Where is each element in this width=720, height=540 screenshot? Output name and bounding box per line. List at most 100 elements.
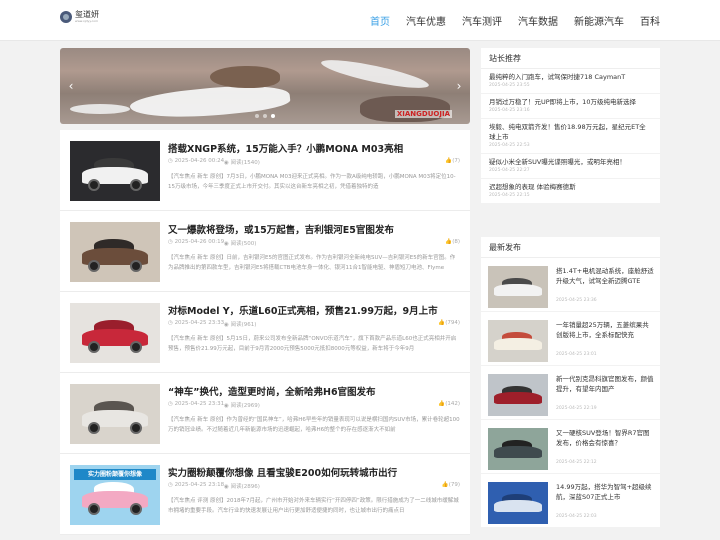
latest-thumbnail[interactable] [488, 428, 548, 470]
article-excerpt: 【汽车焦点 评测 原创】2018年7月起，广州市开始对外来车辆实行“开四停四”政… [168, 498, 459, 514]
latest-item[interactable]: 又一硬核SUV登场！智界R7官图发布，价格会有惊喜？ 2025-04-25 22… [481, 420, 660, 474]
latest-title[interactable]: 一年销量超25万辆，五菱缤果共创版将上市，全系标配快充 [556, 320, 654, 350]
logo-subtitle: www.xjdyy.com [75, 19, 99, 23]
article-title[interactable]: 对标Model Y，乐道L60正式亮相，预售21.99万起，9月上市 [168, 303, 460, 317]
sidebar-latest-heading: 最新发布 [481, 237, 660, 258]
chevron-right-icon[interactable]: › [452, 79, 466, 93]
sidebar-recommend-heading: 站长推荐 [481, 48, 660, 69]
article-item[interactable]: 又一爆款将登场，或15万起售，吉利银河E5官图发布 ◷ 2025-04-26 0… [60, 211, 470, 292]
banner-animal [210, 66, 280, 88]
recommend-item[interactable]: 疑似小米全新SUV曝光谍照曝光，或明年亮相！ 2025-04-25 22:27 [481, 154, 660, 179]
car-wheel [130, 179, 142, 191]
recommend-title[interactable]: 疑似小米全新SUV曝光谍照曝光，或明年亮相！ [489, 157, 652, 167]
article-views: 阅读(500) [230, 241, 257, 247]
nav-car-data[interactable]: 汽车数据 [518, 13, 558, 28]
article-item[interactable]: 对标Model Y，乐道L60正式亮相，预售21.99万起，9月上市 ◷ 202… [60, 292, 470, 373]
latest-item[interactable]: 新一代别克昂科旗官图发布，颜值提升，有望年内国产 2025-04-25 22:1… [481, 366, 660, 420]
article-time: 2025-04-25 23:18 [174, 482, 225, 488]
banner-snow [70, 104, 130, 114]
slider-dot-active[interactable] [271, 114, 275, 118]
latest-date: 2025-04-25 23:01 [556, 352, 597, 357]
main-nav: 首页 汽车优惠 汽车测评 汽车数据 新能源汽车 百科 [354, 0, 660, 41]
article-item[interactable]: 实力圈粉颠覆你想像 实力圈粉颠覆你想像 且看宝骏E200如何玩转城市出行 ◷ 2… [60, 454, 470, 535]
article-title[interactable]: 搭载XNGP系统，15万能入手？小鹏MONA M03亮相 [168, 141, 460, 155]
recommend-title[interactable]: 月销过万稳了！元UP即将上市，10万级纯电新选择 [489, 97, 652, 107]
chevron-left-icon[interactable]: ‹ [64, 79, 78, 93]
latest-title[interactable]: 又一硬核SUV登场！智界R7官图发布，价格会有惊喜？ [556, 428, 654, 458]
logo-icon [60, 10, 72, 23]
article-likes: (142) [445, 401, 460, 407]
car-wheel [88, 341, 100, 353]
recommend-title[interactable]: 迟超想象的表现 体验梅赛德斯 [489, 182, 652, 192]
banner-slider[interactable]: XIANGDUOJIA ‹ › [60, 48, 470, 124]
article-thumbnail[interactable] [70, 141, 160, 201]
recommend-title[interactable]: 埃毅、纯电双箭齐发！售价18.98万元起，星纪元ET全球上市 [489, 122, 652, 142]
banner-rock [360, 96, 450, 122]
recommend-date: 2025-04-25 22:27 [489, 168, 530, 173]
article-thumbnail[interactable]: 实力圈粉颠覆你想像 [70, 465, 160, 525]
clock-icon: ◷ [168, 482, 173, 488]
latest-item[interactable]: 一年销量超25万辆，五菱缤果共创版将上市，全系标配快充 2025-04-25 2… [481, 312, 660, 366]
thumb-up-icon[interactable]: 👍 [442, 482, 449, 488]
nav-home[interactable]: 首页 [370, 13, 390, 28]
car-wheel [88, 422, 100, 434]
car-wheel [88, 503, 100, 515]
nav-car-reviews[interactable]: 汽车测评 [462, 13, 502, 28]
article-meta: ◷ 2025-04-25 23:31 ◉ 阅读(2969) 👍(142) [168, 401, 460, 410]
article-time: 2025-04-25 23:33 [174, 320, 225, 326]
car-body [494, 500, 542, 512]
recommend-title[interactable]: 最纯粹的入门跑车，试驾保时捷718 CaymanT [489, 72, 652, 82]
article-likes: (8) [452, 239, 460, 245]
article-meta: ◷ 2025-04-25 23:33 ◉ 阅读(961) 👍(794) [168, 320, 460, 329]
article-thumbnail[interactable] [70, 222, 160, 282]
latest-thumbnail[interactable] [488, 374, 548, 416]
article-excerpt: 【汽车焦点 新车 原创】作为曾经的“国民神车”，哈弗H6早些年的销量表现可以说是… [168, 417, 460, 433]
article-excerpt: 【汽车焦点 新车 原创】日前，吉利银河E5的官图正式发布。作为吉利银河全新纯电S… [168, 255, 456, 271]
latest-item[interactable]: 搭1.4T+电机混动系统，座舱舒适升级大气，试驾全新迈腾GTE 2025-04-… [481, 258, 660, 312]
article-item[interactable]: “神车”换代，造型更时尚，全新哈弗H6官图发布 ◷ 2025-04-25 23:… [60, 373, 470, 454]
article-likes: (7) [452, 158, 460, 164]
car-body [494, 284, 542, 296]
latest-item[interactable]: 14.99万起，搭华为智驾+超级续航，深蓝S07正式上市 2025-04-25 … [481, 474, 660, 528]
latest-thumbnail[interactable] [488, 320, 548, 362]
article-title[interactable]: “神车”换代，造型更时尚，全新哈弗H6官图发布 [168, 384, 460, 398]
clock-icon: ◷ [168, 239, 173, 245]
slider-dot[interactable] [263, 114, 267, 118]
latest-title[interactable]: 新一代别克昂科旗官图发布，颜值提升，有望年内国产 [556, 374, 654, 404]
article-item[interactable]: 搭载XNGP系统，15万能入手？小鹏MONA M03亮相 ◷ 2025-04-2… [60, 130, 470, 211]
latest-thumbnail[interactable] [488, 482, 548, 524]
recommend-date: 2025-04-25 23:16 [489, 108, 530, 113]
article-title[interactable]: 又一爆款将登场，或15万起售，吉利银河E5官图发布 [168, 222, 460, 236]
sidebar-recommend: 站长推荐 最纯粹的入门跑车，试驾保时捷718 CaymanT 2025-04-2… [481, 48, 660, 204]
recommend-item[interactable]: 最纯粹的入门跑车，试驾保时捷718 CaymanT 2025-04-25 23:… [481, 69, 660, 94]
sidebar-latest: 最新发布 搭1.4T+电机混动系统，座舱舒适升级大气，试驾全新迈腾GTE 202… [481, 237, 660, 528]
article-excerpt: 【汽车焦点 新车 原创】5月15日，蔚来公司发布全新品牌“ONVO乐道汽车”，旗… [168, 336, 457, 352]
nav-car-deals[interactable]: 汽车优惠 [406, 13, 446, 28]
car-wheel [130, 260, 142, 272]
recommend-date: 2025-04-25 22:53 [489, 143, 530, 148]
article-title[interactable]: 实力圈粉颠覆你想像 且看宝骏E200如何玩转城市出行 [168, 465, 460, 479]
latest-date: 2025-04-25 22:19 [556, 406, 597, 411]
logo-title: 玺道妍 [75, 10, 99, 19]
recommend-item[interactable]: 月销过万稳了！元UP即将上市，10万级纯电新选择 2025-04-25 23:1… [481, 94, 660, 119]
article-time: 2025-04-26 00:19 [174, 239, 225, 245]
latest-title[interactable]: 搭1.4T+电机混动系统，座舱舒适升级大气，试驾全新迈腾GTE [556, 266, 654, 296]
article-thumbnail[interactable] [70, 303, 160, 363]
nav-new-energy[interactable]: 新能源汽车 [574, 13, 624, 28]
nav-encyclopedia[interactable]: 百科 [640, 13, 660, 28]
site-logo[interactable]: 玺道妍 www.xjdyy.com [60, 10, 99, 23]
eye-icon: ◉ [224, 484, 229, 490]
latest-title[interactable]: 14.99万起，搭华为智驾+超级续航，深蓝S07正式上市 [556, 482, 654, 512]
car-wheel [88, 179, 100, 191]
article-thumbnail[interactable] [70, 384, 160, 444]
article-views: 阅读(961) [230, 322, 257, 328]
clock-icon: ◷ [168, 158, 173, 164]
article-time: 2025-04-26 00:24 [174, 158, 225, 164]
clock-icon: ◷ [168, 320, 173, 326]
latest-thumbnail[interactable] [488, 266, 548, 308]
article-meta: ◷ 2025-04-26 00:19 ◉ 阅读(500) 👍(8) [168, 239, 460, 248]
eye-icon: ◉ [224, 160, 229, 166]
slider-dot[interactable] [255, 114, 259, 118]
recommend-item[interactable]: 迟超想象的表现 体验梅赛德斯 2025-04-25 22:15 [481, 179, 660, 204]
recommend-item[interactable]: 埃毅、纯电双箭齐发！售价18.98万元起，星纪元ET全球上市 2025-04-2… [481, 119, 660, 154]
